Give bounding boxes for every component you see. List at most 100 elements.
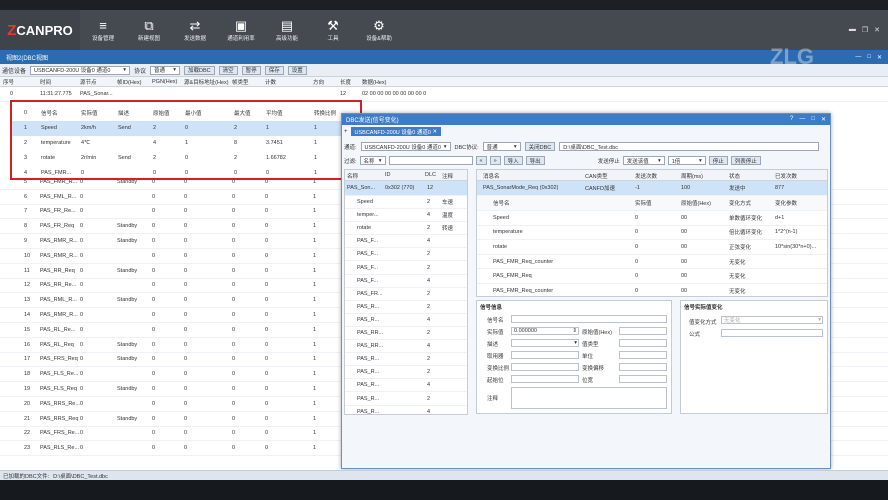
ribbon-button-0[interactable]: ≡ 设备管理 [80,10,126,50]
unit-field[interactable] [619,351,667,359]
send-signal-row[interactable]: temperature 0 00 倍比循环变化 1*2^(n-1) [477,226,827,241]
close-dbc-button[interactable]: 关闭DBC [524,142,556,151]
signal-name-field[interactable] [511,315,667,323]
signal-tree-item[interactable]: PAS_R... 2 [345,353,467,367]
signal-tree-item[interactable]: PAS_F... 4 [345,235,467,249]
note-field[interactable] [511,387,667,409]
window-maximize-icon[interactable]: □ [867,54,871,61]
value-type-field[interactable] [619,339,667,347]
col-header[interactable]: 状态 [729,172,740,180]
change-mode-select[interactable]: 无变化 ▾ [721,316,823,324]
signal-row[interactable]: 4 PAS_FMR... 0 0 0 0 0 1 [12,165,360,180]
load-dbc-button[interactable]: 加载DBC [184,65,215,75]
col-header[interactable]: 计数 [265,78,276,86]
signal-tree-item[interactable]: rotate 2 转速 [345,222,467,236]
send-signal-row[interactable]: PAS_FMR_Req_counter 0 00 无变化 [477,255,827,270]
channel-select[interactable]: USBCANFD-200U 设备0 通道0 ▾ [360,142,451,151]
export-button[interactable]: 导出 [525,156,545,165]
col-header[interactable]: 注释 [442,172,453,180]
range-field[interactable] [511,351,579,359]
ribbon-button-5[interactable]: ⚒ 工具 [310,10,356,50]
dbc-protocol-select[interactable]: 普通 ▾ [482,142,521,151]
col-header[interactable]: 周期(ms) [681,172,703,180]
stop-button[interactable]: 停止 [708,156,728,165]
offset-field[interactable] [619,363,667,371]
window-minimize-icon[interactable]: — [855,54,861,61]
close-icon[interactable]: ✕ [821,116,826,123]
clear-button[interactable]: 清空 [218,65,238,75]
signal-tree-item[interactable]: PAS_FR... 2 [345,288,467,301]
protocol-select[interactable]: 普通 ▾ [150,65,181,75]
restore-icon[interactable]: ❐ [862,26,868,34]
next-button[interactable]: » [489,156,501,165]
col-header[interactable]: 长度 [340,78,351,86]
close-tab-icon[interactable]: ✕ [432,129,437,135]
col-header[interactable]: 名称 [347,172,358,180]
minimize-icon[interactable]: ▬ [849,26,856,34]
minimize-icon[interactable]: — [799,116,805,123]
col-header[interactable]: 帧类型 [232,78,249,86]
close-icon[interactable]: ✕ [874,26,880,34]
col-header[interactable]: 发送次数 [635,172,657,180]
col-header[interactable]: 帧ID(Hex) [117,78,141,86]
signal-tree-item[interactable]: PAS_R... 2 [345,301,467,314]
start-bit-field[interactable] [511,375,579,383]
tab-channel[interactable]: USBCANFD-200U 设备0 通道0 ✕ [350,127,442,136]
send-signal-row[interactable]: PAS_FMR_Req_counter 0 00 无变化 [477,284,827,296]
col-header[interactable]: 方向 [313,78,324,86]
message-row[interactable]: PAS_Son... 0x302 (770) 12 [345,181,467,196]
col-header[interactable]: 源节点 [80,78,97,86]
formula-field[interactable] [721,329,823,337]
signal-tree-item[interactable]: PAS_RR... 2 [345,327,467,341]
filter-select[interactable]: 名称 ▾ [359,156,386,165]
ribbon-button-3[interactable]: ▣ 通道利用率 [218,10,264,50]
spinner-icon[interactable]: ⇕ [572,328,578,334]
col-header[interactable]: DLC [425,172,436,178]
signal-tree-item[interactable]: PAS_R... 2 [345,366,467,380]
settings-button[interactable]: 设置 [287,65,307,75]
col-header[interactable]: 已发次数 [775,172,797,180]
filter-input[interactable] [388,156,473,165]
signal-tree-item[interactable]: temper... 4 温度 [345,209,467,223]
col-header[interactable]: CAN类型 [585,172,608,180]
signal-row[interactable]: 3 rotate 2r/min Send 2 0 2 1.66782 1 [12,150,360,165]
col-header[interactable]: 消息名 [483,172,500,180]
signal-tree-item[interactable]: PAS_F... 2 [345,262,467,275]
signal-tree-item[interactable]: PAS_F... 2 [345,248,467,262]
description-select[interactable]: ▾ [511,339,579,347]
signal-tree-item[interactable]: PAS_R... 2 [345,393,467,406]
signal-tree-item[interactable]: PAS_R... 4 [345,314,467,327]
raw-value-field[interactable] [619,327,667,335]
signal-tree-item[interactable]: PAS_R... 4 [345,379,467,393]
actual-value-field[interactable]: 0.000000 ⇕ [511,327,579,335]
signal-tree-item[interactable]: Speed 2 车速 [345,196,467,210]
prev-button[interactable]: « [475,156,487,165]
col-header[interactable]: 序号 [3,78,14,86]
ribbon-button-2[interactable]: ⇄ 发送数据 [172,10,218,50]
signal-row[interactable]: 1 Speed 2km/h Send 2 0 2 1 1 [12,120,360,136]
send-signal-row[interactable]: Speed 0 00 单数循环变化 d+1 [477,211,827,226]
signal-row[interactable]: 2 temperature 4℃ 4 1 8 3.7451 1 [12,136,360,151]
window-close-icon[interactable]: ✕ [877,54,882,61]
col-header[interactable]: ID [385,172,391,178]
col-header[interactable]: 数据(Hex) [362,78,386,86]
import-button[interactable]: 导入 [503,156,523,165]
bit-width-field[interactable] [619,375,667,383]
ribbon-button-4[interactable]: ▤ 高级功能 [264,10,310,50]
send-signal-row[interactable]: rotate 0 00 正弦变化 10*sin(30*n+0)... [477,240,827,255]
send-mode-select[interactable]: 发送该值 ▾ [622,156,665,165]
save-button[interactable]: 保存 [264,65,284,75]
ribbon-button-1[interactable]: ⧉ 新建视图 [126,10,172,50]
signal-row[interactable]: 0 信号名 实际值 描述 原始值 最小值 最大值 平均值 转换比例 [12,106,360,121]
send-count-select[interactable]: 1倍 ▾ [667,156,706,165]
ribbon-button-6[interactable]: ⚙ 设备&帮助 [356,10,402,50]
pause-button[interactable]: 暂停 [241,65,261,75]
add-tab-icon[interactable]: + [344,129,348,135]
send-message-row[interactable]: PAS_SonarMode_Req (0x302) CANFD加速 -1 100… [477,181,827,196]
signal-tree-item[interactable]: PAS_RR... 4 [345,340,467,354]
help-icon[interactable]: ? [790,116,793,123]
col-header[interactable]: PGN(Hex) [152,79,177,85]
signal-tree-item[interactable]: PAS_F... 4 [345,275,467,288]
signal-tree-item[interactable]: PAS_R... 4 [345,406,467,414]
ratio-field[interactable] [511,363,579,371]
